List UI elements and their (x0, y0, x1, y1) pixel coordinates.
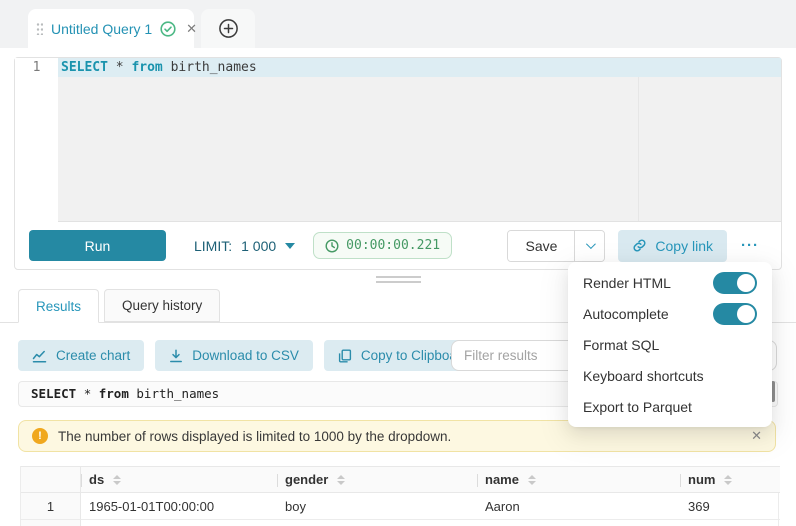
cell-gender: boy (277, 493, 477, 520)
menu-item-export-parquet[interactable]: Export to Parquet (568, 391, 772, 422)
results-tabs: Results Query history (18, 289, 220, 323)
sql-keyword: SELECT (61, 60, 108, 75)
cell-ds: 1965-01-01T00:00:00 (81, 493, 277, 520)
menu-item-keyboard-shortcuts[interactable]: Keyboard shortcuts (568, 360, 772, 391)
banner-close-icon[interactable]: ✕ (751, 428, 762, 444)
warning-icon: ! (32, 428, 48, 444)
check-circle-icon (160, 21, 176, 37)
limit-dropdown[interactable]: LIMIT: 1 000 (194, 238, 295, 254)
plus-circle-icon (218, 18, 239, 39)
save-options-button[interactable] (574, 231, 604, 261)
panel-resize-handle[interactable] (376, 276, 421, 286)
copy-icon (338, 349, 352, 363)
index-column-header (21, 466, 81, 493)
sql-star: * (116, 60, 124, 75)
create-chart-button[interactable]: Create chart (18, 340, 144, 371)
table-row: 1 1965-01-01T00:00:00 boy Aaron 369 (21, 493, 778, 520)
render-html-toggle[interactable] (713, 272, 757, 294)
download-icon (169, 349, 183, 363)
sql-identifier: birth_names (171, 60, 257, 75)
menu-item-format-sql[interactable]: Format SQL (568, 329, 772, 360)
limit-value: 1 000 (241, 238, 276, 254)
column-header-ds[interactable]: ds (81, 466, 277, 493)
copy-link-button[interactable]: Copy link (618, 230, 727, 262)
tab-results[interactable]: Results (18, 289, 99, 323)
cell-num: 369 (680, 493, 780, 520)
query-tabbar: Untitled Query 1 ✕ (0, 0, 796, 48)
editor-body[interactable]: SELECT * from birth_names (58, 58, 781, 222)
table-header-row: ds gender name num (21, 466, 778, 493)
save-split-button: Save (507, 230, 605, 262)
tab-close-icon[interactable]: ✕ (186, 21, 197, 37)
create-chart-label: Create chart (56, 348, 130, 363)
run-button[interactable]: Run (29, 230, 166, 261)
query-timer-badge: 00:00:00.221 (313, 232, 452, 259)
tab-untitled-query[interactable]: Untitled Query 1 ✕ (28, 9, 194, 48)
menu-item-autocomplete[interactable]: Autocomplete (568, 298, 772, 329)
clock-icon (325, 239, 339, 253)
caret-down-icon (285, 243, 295, 249)
column-header-name[interactable]: name (477, 466, 680, 493)
sort-icon[interactable] (528, 475, 536, 485)
more-options-menu: Render HTML Autocomplete Format SQL Keyb… (568, 262, 772, 427)
sql-keyword: SELECT (31, 386, 76, 401)
code-line: SELECT * from birth_names (58, 58, 781, 77)
timer-value: 00:00:00.221 (346, 238, 440, 253)
sql-lab-screen: Untitled Query 1 ✕ 1 SELECT * from birth… (0, 0, 796, 526)
sql-code-editor[interactable]: 1 SELECT * from birth_names (15, 58, 781, 222)
sql-identifier: birth_names (136, 386, 219, 401)
sql-editor-panel: 1 SELECT * from birth_names Run LIMIT: 1 … (14, 57, 782, 270)
query-tab-title: Untitled Query 1 (51, 21, 152, 37)
autocomplete-toggle[interactable] (713, 303, 757, 325)
sort-icon[interactable] (724, 475, 732, 485)
limit-label: LIMIT: (194, 238, 232, 254)
row-index: 1 (21, 493, 81, 520)
new-tab-button[interactable] (201, 9, 255, 48)
download-csv-label: Download to CSV (192, 348, 299, 363)
warning-text: The number of rows displayed is limited … (58, 429, 451, 444)
print-margin-line (638, 77, 639, 222)
sql-keyword: from (131, 60, 162, 75)
results-table: ds gender name num 1 1965-01-01T00:00:00… (20, 466, 779, 526)
sort-icon[interactable] (113, 475, 121, 485)
sort-icon[interactable] (337, 475, 345, 485)
results-actions: Create chart Download to CSV Copy to Cli… (18, 340, 483, 371)
chart-icon (32, 349, 47, 363)
copy-link-label: Copy link (655, 238, 713, 254)
link-icon (632, 238, 647, 253)
menu-item-render-html[interactable]: Render HTML (568, 267, 772, 298)
line-number: 1 (15, 58, 58, 77)
column-header-num[interactable]: num (680, 466, 780, 493)
cell-name: Aaron (477, 493, 680, 520)
drag-handle-icon[interactable] (36, 22, 43, 35)
chevron-down-icon (586, 239, 596, 249)
editor-gutter: 1 (15, 58, 58, 222)
table-row-partial (21, 520, 778, 526)
more-menu-button[interactable]: ··· (741, 237, 759, 254)
save-button[interactable]: Save (508, 231, 574, 261)
sql-keyword: from (99, 386, 129, 401)
tab-query-history[interactable]: Query history (104, 289, 220, 322)
column-header-gender[interactable]: gender (277, 466, 477, 493)
download-csv-button[interactable]: Download to CSV (155, 340, 313, 371)
